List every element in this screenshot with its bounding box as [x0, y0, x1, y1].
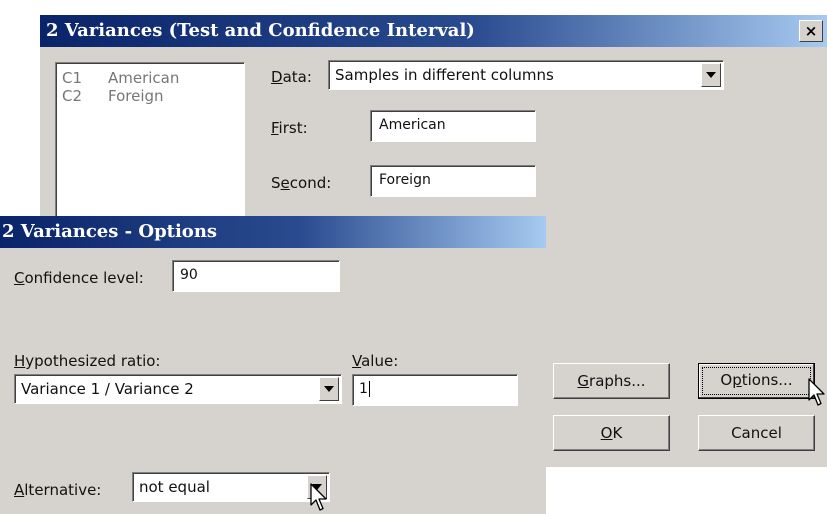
close-button[interactable]: ×: [799, 20, 823, 42]
hypothesized-ratio-label: Hypothesized ratio:: [14, 352, 161, 370]
value-label: Value:: [352, 352, 399, 370]
cancel-button[interactable]: Cancel: [698, 415, 815, 451]
second-label: Second:: [271, 174, 332, 192]
first-field[interactable]: American: [370, 110, 536, 142]
data-select[interactable]: Samples in different columns: [328, 60, 724, 90]
text-caret: [368, 381, 370, 397]
graphs-button[interactable]: Graphs...: [553, 363, 670, 399]
value-field[interactable]: 1: [352, 374, 518, 406]
main-dialog-titlebar[interactable]: 2 Variances (Test and Confidence Interva…: [40, 15, 827, 47]
data-select-value: Samples in different columns: [335, 66, 554, 84]
variable-row[interactable]: C1 American: [62, 69, 179, 87]
options-dialog: 2 Variances - Options Confidence level: …: [0, 216, 546, 514]
second-field[interactable]: Foreign: [370, 165, 536, 197]
first-label: First:: [271, 119, 308, 137]
alternative-select[interactable]: not equal: [132, 472, 330, 502]
data-label: Data:: [271, 68, 312, 86]
alternative-label: Alternative:: [14, 481, 102, 499]
confidence-label: Confidence level:: [14, 269, 144, 287]
confidence-level-field[interactable]: 90: [172, 260, 340, 292]
options-dialog-titlebar[interactable]: 2 Variances - Options: [0, 216, 546, 248]
chevron-down-icon[interactable]: [319, 377, 339, 401]
ok-button[interactable]: OK: [553, 415, 670, 451]
value-text: 1: [359, 381, 368, 397]
variable-row[interactable]: C2 Foreign: [62, 87, 164, 105]
variable-name: Foreign: [108, 87, 164, 105]
options-button[interactable]: Options...: [698, 363, 815, 399]
main-dialog-title: 2 Variances (Test and Confidence Interva…: [46, 20, 475, 41]
variable-name: American: [108, 69, 180, 87]
mouse-cursor-icon: [808, 378, 825, 406]
variable-id: C1: [62, 69, 83, 87]
mouse-cursor-icon: [310, 483, 327, 511]
variable-id: C2: [62, 87, 83, 105]
hypothesized-ratio-select[interactable]: Variance 1 / Variance 2: [14, 374, 342, 404]
options-dialog-title: 2 Variances - Options: [2, 221, 218, 242]
hypothesized-ratio-value: Variance 1 / Variance 2: [21, 380, 194, 398]
variable-list[interactable]: C1 American C2 Foreign: [55, 62, 245, 232]
chevron-down-icon[interactable]: [701, 63, 721, 87]
alternative-value: not equal: [139, 478, 210, 496]
